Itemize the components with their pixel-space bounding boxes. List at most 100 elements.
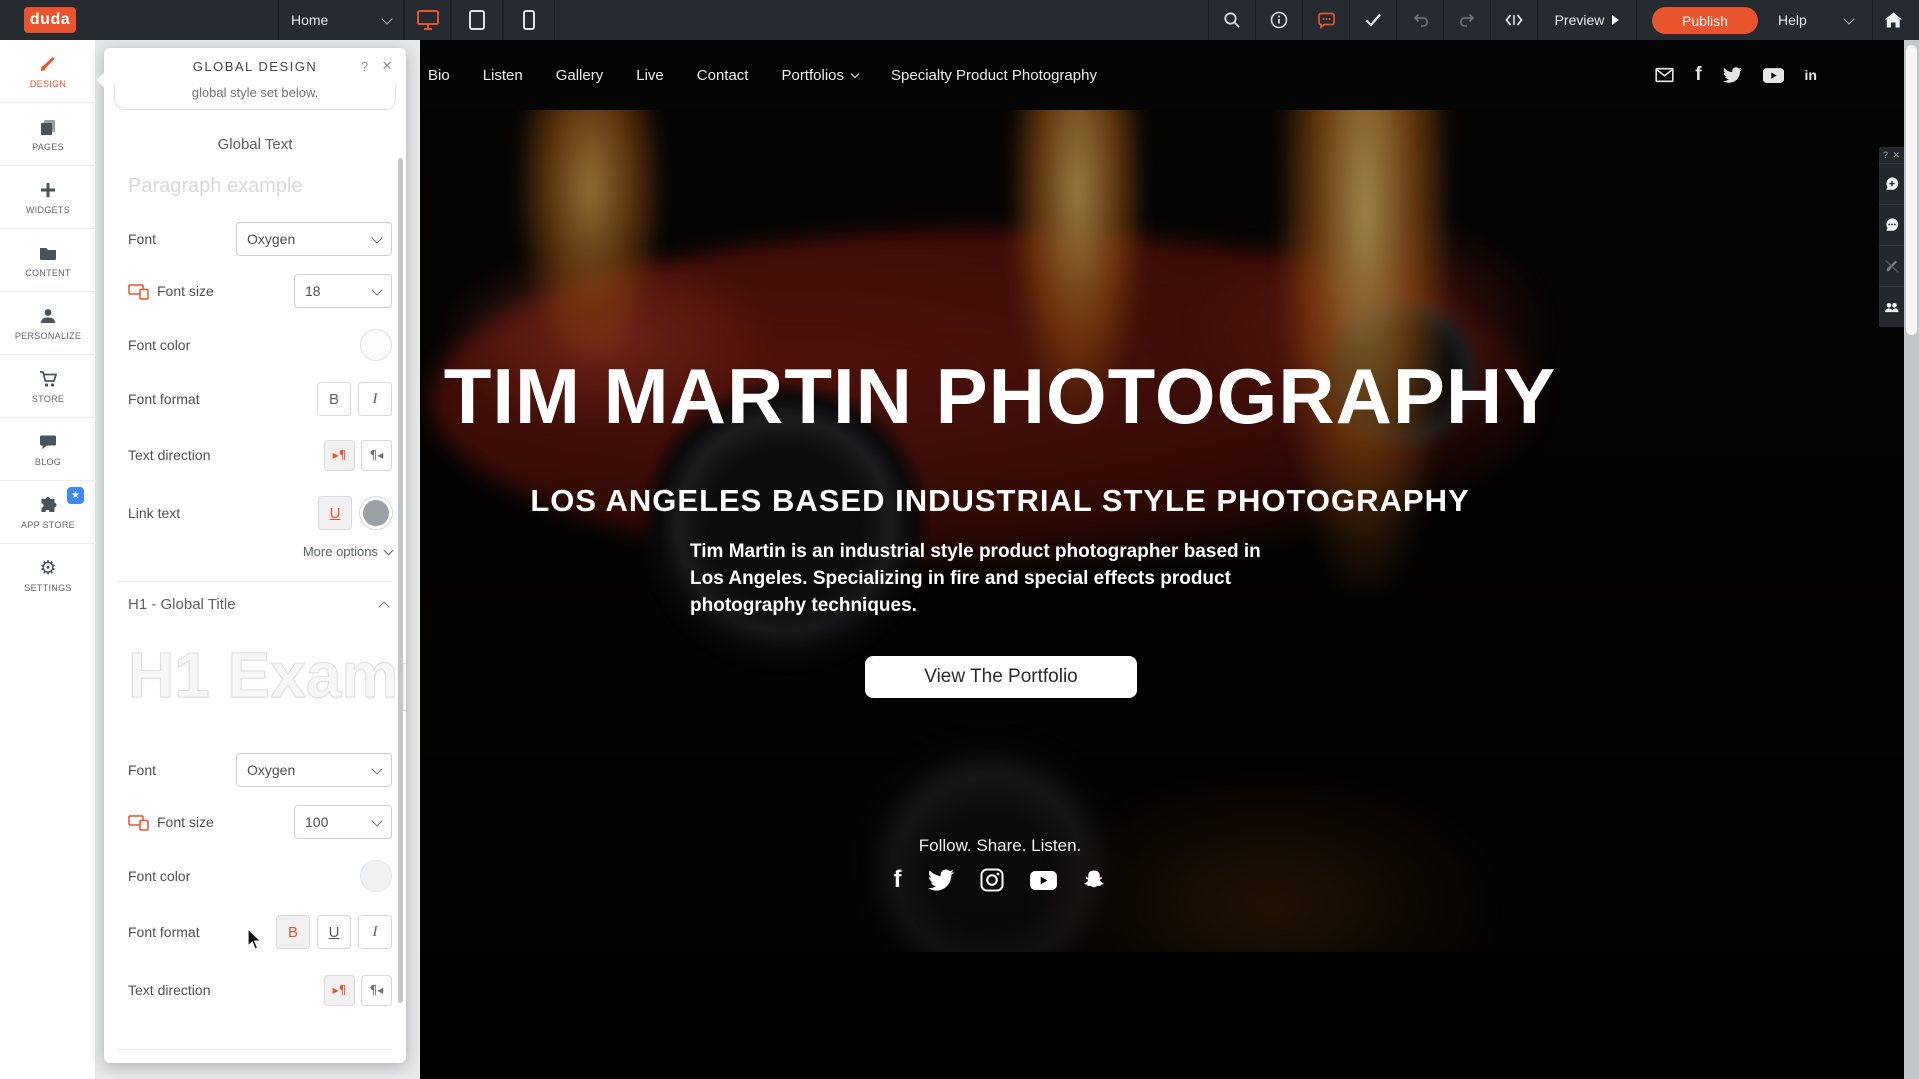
nav-item-bio[interactable]: Bio [428,67,450,84]
text-direction-label: Text direction [128,447,210,463]
panel-help-button[interactable]: ? [361,59,370,74]
sidebar-item-app-store[interactable]: ★ APP STORE [0,481,96,544]
page-scrollbar-track[interactable] [1904,40,1919,1079]
h1-italic-button[interactable]: I [358,915,392,949]
add-comment-button[interactable] [1879,164,1904,205]
page-scrollbar-thumb[interactable] [1906,45,1917,335]
help-dropdown[interactable]: Help [1778,0,1853,40]
app-store-badge: ★ [67,487,84,504]
puzzle-icon [38,495,58,515]
dev-mode-button[interactable] [1490,0,1537,40]
mobile-view-button[interactable] [503,0,555,40]
font-select[interactable]: Oxygen [236,222,392,256]
email-icon[interactable] [1655,67,1674,83]
nav-item-contact[interactable]: Contact [697,67,749,84]
search-button[interactable] [1208,0,1255,40]
dashboard-home-button[interactable] [1872,0,1913,40]
sidebar-item-label: BLOG [35,457,61,467]
hide-design-button[interactable] [1879,246,1904,287]
speech-bubble-icon [38,432,58,452]
font-select-value: Oxygen [247,231,295,247]
ltr-direction-button[interactable]: ▸¶ [324,440,355,471]
youtube-icon[interactable] [1763,68,1784,83]
twitter-icon[interactable] [1723,67,1742,83]
ltr-icon: ▸¶ [333,448,347,462]
responsive-devices-icon [128,283,150,300]
font-size-label-text: Font size [157,283,214,299]
bold-button[interactable]: B [317,382,351,416]
feedback-button[interactable] [1302,0,1349,40]
snapchat-icon[interactable] [1083,868,1107,892]
save-check-button[interactable] [1349,0,1396,40]
chevron-down-icon [371,763,382,774]
font-size-select[interactable]: 18 [294,274,392,308]
page-selector-label: Home [291,12,328,28]
linkedin-icon[interactable]: in [1805,67,1817,83]
panel-close-button[interactable]: ✕ [382,58,394,74]
view-portfolio-button[interactable]: View The Portfolio [865,656,1137,698]
undo-button[interactable] [1396,0,1443,40]
brush-icon [38,54,58,74]
sidebar-item-widgets[interactable]: WIDGETS [0,166,96,229]
youtube-icon[interactable] [1030,871,1057,890]
sidebar-item-label: SETTINGS [24,583,71,593]
facebook-icon[interactable]: f [894,866,902,894]
sidebar-item-design[interactable]: DESIGN [0,40,96,103]
floating-help-button[interactable]: ? [1883,150,1888,160]
chevron-down-icon [851,69,859,77]
nav-item-specialty[interactable]: Specialty Product Photography [891,67,1097,84]
sidebar-item-store[interactable]: STORE [0,355,96,418]
twitter-icon[interactable] [928,869,954,891]
h1-font-select[interactable]: Oxygen [236,753,392,787]
desktop-view-button[interactable] [404,0,451,40]
info-button[interactable] [1255,0,1302,40]
h1-rtl-direction-button[interactable]: ¶◂ [361,975,392,1006]
chevron-down-icon [384,545,394,555]
sidebar-item-personalize[interactable]: PERSONALIZE [0,292,96,355]
panel-scrollbar[interactable] [398,158,403,1003]
h1-underline-button[interactable]: U [317,915,351,949]
link-underline-button[interactable]: U [318,496,352,530]
link-text-row: Link text U [128,496,392,530]
publish-button[interactable]: Publish [1652,7,1758,34]
more-options-link[interactable]: More options [104,544,392,559]
sidebar-item-content[interactable]: CONTENT [0,229,96,292]
collaborators-button[interactable] [1879,287,1904,327]
page-selector-dropdown[interactable]: Home [278,0,404,40]
h1-ltr-direction-button[interactable]: ▸¶ [324,975,355,1006]
nav-item-gallery[interactable]: Gallery [556,67,604,84]
floating-toolbar: ? ✕ [1879,147,1904,327]
preview-button[interactable]: Preview [1537,0,1637,40]
nav-item-label: Portfolios [781,67,844,84]
facebook-icon[interactable]: f [1695,64,1701,86]
h1-bold-button[interactable]: B [276,915,310,949]
italic-button[interactable]: I [358,382,392,416]
chevron-down-icon [371,815,382,826]
hero-title: TIM MARTIN PHOTOGRAPHY [420,355,1580,437]
h1-font-size-select[interactable]: 100 [294,805,392,839]
link-color-swatch[interactable] [360,497,392,529]
follow-share-listen-text: Follow. Share. Listen. [420,836,1580,856]
sidebar-item-label: WIDGETS [26,205,70,215]
desktop-icon [416,9,440,31]
nav-item-portfolios[interactable]: Portfolios [781,67,858,84]
h1-font-color-swatch[interactable] [360,860,392,892]
h1-font-format-label: Font format [128,924,200,940]
font-color-swatch[interactable] [360,329,392,361]
sidebar-item-pages[interactable]: PAGES [0,103,96,166]
redo-button[interactable] [1443,0,1490,40]
instagram-icon[interactable] [980,868,1004,892]
rtl-direction-button[interactable]: ¶◂ [361,440,392,471]
comments-button[interactable] [1879,205,1904,246]
search-icon [1223,11,1241,29]
tablet-view-button[interactable] [451,0,503,40]
floating-close-button[interactable]: ✕ [1892,150,1900,161]
h1-section-header[interactable]: H1 - Global Title [128,596,388,613]
nav-item-listen[interactable]: Listen [483,67,523,84]
nav-item-live[interactable]: Live [636,67,664,84]
font-label: Font [128,231,156,247]
gear-icon: ⚙ [39,558,56,578]
sidebar-item-blog[interactable]: BLOG [0,418,96,481]
sidebar-item-settings[interactable]: ⚙ SETTINGS [0,544,96,606]
duda-logo[interactable]: duda [24,7,76,33]
